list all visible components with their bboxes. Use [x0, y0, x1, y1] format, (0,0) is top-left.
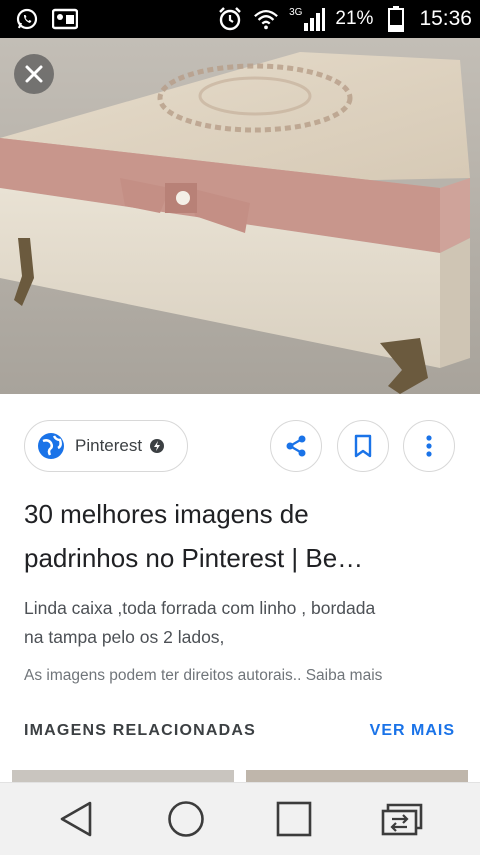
back-triangle-icon: [60, 801, 92, 837]
switch-app-button[interactable]: [380, 797, 424, 841]
source-chip[interactable]: Pinterest: [24, 420, 188, 472]
close-button[interactable]: [14, 54, 54, 94]
notification-icon: [52, 6, 78, 32]
save-button[interactable]: [337, 420, 389, 472]
clock: 15:36: [419, 7, 472, 30]
home-circle-icon: [168, 801, 204, 837]
result-title[interactable]: 30 melhores imagens de padrinhos no Pint…: [24, 492, 454, 580]
switch-app-icon: [381, 803, 423, 836]
battery-percent: 21%: [335, 8, 374, 29]
source-row: Pinterest: [0, 420, 480, 476]
result-description-line1: Linda caixa ,toda forrada com linho , bo…: [24, 598, 376, 618]
recents-button[interactable]: [272, 797, 316, 841]
source-name: Pinterest: [75, 436, 143, 455]
home-button[interactable]: [164, 797, 208, 841]
more-vert-icon: [426, 435, 432, 457]
network-type: 3G: [289, 7, 303, 18]
see-more-link[interactable]: VER MAIS: [370, 722, 455, 740]
signal-indicator: 3G: [289, 7, 326, 31]
result-description-line2: na tampa pelo os 2 lados,: [24, 627, 225, 647]
navigation-bar: [0, 782, 480, 855]
result-description: Linda caixa ,toda forrada com linho , bo…: [24, 594, 464, 652]
result-title-line1: 30 melhores imagens de: [24, 499, 309, 529]
related-images-heading: IMAGENS RELACIONADAS: [24, 722, 257, 739]
signal-icon: [304, 8, 326, 31]
share-button[interactable]: [270, 420, 322, 472]
battery-icon: [383, 6, 409, 32]
whatsapp-icon: [14, 6, 40, 32]
copyright-notice[interactable]: As imagens podem ter direitos autorais..…: [24, 667, 464, 685]
status-bar: 3G 21% 15:36: [0, 0, 480, 38]
bookmark-icon: [354, 434, 372, 458]
recents-square-icon: [276, 801, 312, 837]
globe-icon: [38, 433, 64, 459]
box-illustration: [0, 38, 480, 394]
share-icon: [286, 435, 306, 457]
back-button[interactable]: [54, 797, 98, 841]
close-icon: [25, 65, 43, 83]
wifi-icon: [253, 6, 279, 32]
result-image[interactable]: [0, 38, 480, 394]
more-options-button[interactable]: [403, 420, 455, 472]
result-title-line2: padrinhos no Pinterest | Be…: [24, 543, 364, 573]
alarm-icon: [217, 6, 243, 32]
amp-bolt-icon: [150, 439, 165, 453]
